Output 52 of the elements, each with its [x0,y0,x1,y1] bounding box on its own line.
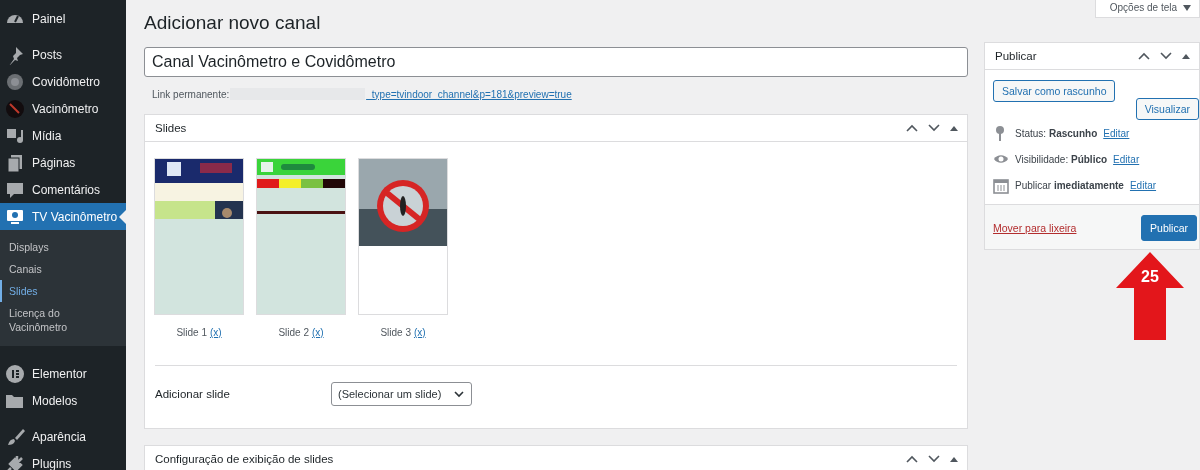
menu-item[interactable]: Modelos [0,387,126,414]
calendar-icon [993,176,1009,194]
caret-icon [453,388,466,400]
trash-link[interactable]: Mover para lixeira [993,222,1077,234]
permalink-label: Link permanente: [152,88,230,100]
slide-select[interactable]: (Selecionar um slide) [331,382,473,406]
publish-button[interactable]: Publicar [1141,215,1197,241]
panel-title: Configuração de exibição de slides [155,453,334,465]
publish-info: Publicar imediatamente [1015,179,1124,191]
save-draft-button[interactable]: Salvar como rascunho [993,80,1116,102]
publish-info: Status: Rascunho [1015,127,1098,139]
needle-icon [5,98,25,119]
arrow-annotation: 25 [1116,252,1184,340]
brush-icon [5,426,25,447]
field-label: Adicionar slide [155,388,231,400]
page-title: Adicionar novo canal [144,11,322,35]
menu-item[interactable]: Posts [0,41,126,68]
submenu-item[interactable]: Licença do Vacinômetro [0,302,126,338]
menu-item[interactable]: Vacinômetro [0,95,126,122]
menu-item[interactable]: Painel [0,5,126,32]
edit-link[interactable]: Editar [1113,153,1140,165]
submenu-item[interactable]: Slides [0,280,126,302]
slide-caption: Slide 2 [278,327,309,338]
plug-icon [5,453,25,470]
permalink-link[interactable]: _type=tvindoor_channel&p=181&preview=true [366,88,572,100]
publish-info: Visibilidade: Público [1015,153,1108,165]
edit-link[interactable]: Editar [1103,127,1130,139]
menu-item[interactable]: Aparência [0,423,126,450]
menu-item[interactable]: Mídia [0,122,126,149]
elementor-icon [5,363,25,384]
pages-icon [5,152,25,173]
menu-item[interactable]: Plugins [0,450,126,470]
circle-icon [5,71,25,92]
panel-title: Slides [155,122,187,134]
slide-caption: Slide 1 [176,327,207,338]
menu-item[interactable]: TV Vacinômetro [0,203,126,230]
title-field[interactable]: Canal Vacinômetro e Covidômetro [144,47,968,77]
edit-link[interactable]: Editar [1129,179,1157,191]
panel-title: Publicar [995,50,1037,62]
preview-button[interactable]: Visualizar [1135,98,1199,120]
menu-item[interactable]: Páginas [0,149,126,176]
caret-icon [1183,3,1191,12]
menu-item[interactable]: Covidômetro [0,68,126,95]
menu-item[interactable]: Elementor [0,360,126,387]
submenu-item[interactable]: Displays [0,236,126,258]
menu-item[interactable]: Comentários [0,176,126,203]
remove-link[interactable]: (x) [209,327,222,338]
slide-caption: Slide 3 [380,327,411,338]
remove-link[interactable]: (x) [311,327,324,338]
submenu-item[interactable]: Canais [0,258,126,280]
remove-link[interactable]: (x) [413,327,426,338]
screen-options-tab[interactable]: Opções de tela [1094,0,1200,18]
